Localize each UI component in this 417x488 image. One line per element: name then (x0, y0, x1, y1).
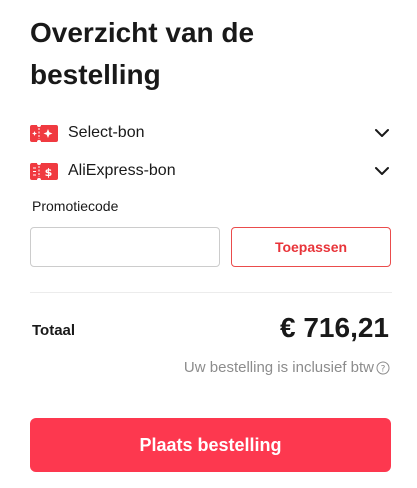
select-coupon-label: Select-bon (68, 124, 145, 141)
apply-promo-button[interactable]: Toepassen (231, 227, 391, 267)
aliexpress-coupon-icon: $ (30, 160, 58, 182)
chevron-down-icon[interactable] (372, 123, 392, 143)
total-label: Totaal (32, 322, 76, 339)
aliexpress-coupon-row[interactable]: $ AliExpress-bon (30, 159, 392, 183)
vat-note: Uw bestelling is inclusief btw ? (184, 359, 390, 376)
total-amount: € 716,21 (280, 312, 389, 343)
vat-note-text: Uw bestelling is inclusief btw (183, 359, 374, 376)
page-title: Overzicht van de bestelling (30, 17, 255, 90)
select-coupon-row[interactable]: Select-bon (30, 121, 392, 145)
svg-text:?: ? (381, 364, 386, 374)
divider (30, 292, 392, 293)
question-circle-icon[interactable]: ? (376, 361, 390, 375)
order-summary-panel: Overzicht van de bestelling Select-bon $… (30, 0, 392, 472)
place-order-button[interactable]: Plaats bestelling (30, 418, 391, 472)
svg-text:$: $ (45, 166, 53, 179)
select-coupon-icon (30, 122, 58, 144)
aliexpress-coupon-label: AliExpress-bon (68, 162, 176, 179)
promo-code-input[interactable] (30, 227, 220, 267)
chevron-down-icon[interactable] (372, 161, 392, 181)
promo-code-label: Promotiecode (32, 198, 119, 214)
